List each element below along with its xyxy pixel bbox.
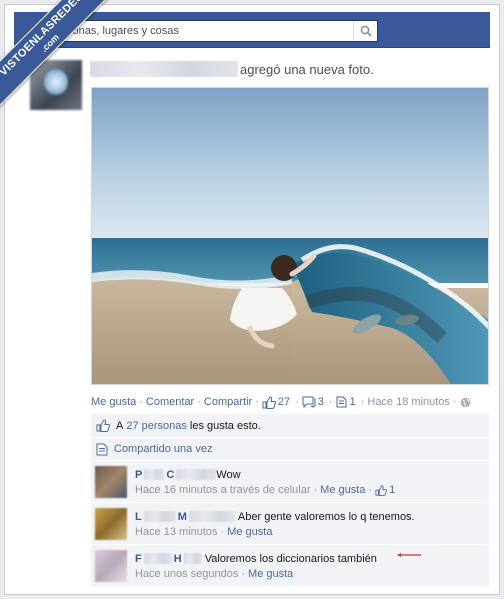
likes-count: 27 [277,396,291,408]
comment-like-count[interactable]: 1 [389,484,395,496]
shared-once-link[interactable]: Compartido una vez [114,443,212,455]
thumbs-up-icon [96,419,110,432]
comment-text: Wow [216,468,241,481]
commenter-name[interactable]: L M [135,511,238,523]
search-box[interactable]: sonas, lugares y cosas [60,20,378,42]
story-action-text: agregó una nueva foto. [240,61,374,77]
comment-time[interactable]: Hace 13 minutos [135,526,218,538]
commenter-avatar[interactable] [95,550,127,582]
likes-suffix: les gusta esto. [189,419,261,432]
globe-icon[interactable] [460,397,471,408]
post-photo[interactable] [91,87,489,385]
share-link[interactable]: Compartir [204,396,252,408]
separator: · [197,396,201,408]
post-action-bar: Me gusta · Comentar · Compartir · 27 · 3… [91,394,491,410]
comment-link[interactable]: Comentar [146,396,194,408]
comment-item: F H Valoremos los diccionarios también H… [91,545,489,587]
likes-people-link[interactable]: 27 personas [126,420,187,432]
comment-like-link[interactable]: Me gusta [248,568,293,580]
comment-like-link[interactable]: Me gusta [227,526,272,538]
story-header: agregó una nueva foto. [90,60,374,78]
separator: · [241,568,246,580]
separator: · [360,396,365,408]
separator: · [255,396,259,408]
separator: · [328,396,333,408]
share-icon [96,443,108,455]
comments-count: 3 [317,396,324,408]
separator: · [452,396,457,408]
commenter-name[interactable]: P C [135,469,217,481]
comments-icon [302,396,316,408]
likes-prefix: A [116,419,124,432]
commenter-avatar[interactable] [95,508,127,540]
comment-text: Valoremos los diccionarios también [204,552,377,565]
comment-text: Aber gente valoremos lo q tenemos. [237,510,415,523]
post-timestamp[interactable]: Hace 18 minutos [367,396,450,408]
comment-item: L M Aber gente valoremos lo q tenemos. H… [91,503,489,545]
separator: · [295,396,299,408]
red-arrow-annotation [397,553,421,557]
separator: · [313,484,318,496]
likes-summary-row: A 27 personas les gusta esto. [91,414,489,438]
share-icon [336,396,347,408]
separator: · [368,484,373,496]
comments-count-button[interactable]: 3 [302,396,324,408]
thumbs-up-icon [375,484,387,496]
thumbs-up-icon [262,395,276,409]
search-button[interactable] [353,21,377,41]
likes-count-button[interactable]: 27 [262,395,291,409]
search-icon [360,25,372,37]
shares-count-button[interactable]: 1 [336,396,356,408]
separator: · [220,526,225,538]
shares-summary-row: Compartido una vez [91,438,489,461]
photo-image [92,88,488,384]
like-link[interactable]: Me gusta [91,396,136,408]
author-name-redacted[interactable] [90,61,238,77]
commenter-name[interactable]: F H [135,553,205,565]
comment-item: P C Wow Hace 16 minutos a través de celu… [91,461,489,503]
search-input[interactable]: sonas, lugares y cosas [61,25,353,37]
comment-like-link[interactable]: Me gusta [320,484,365,496]
separator: · [139,396,143,408]
shares-count: 1 [349,396,356,408]
commenter-avatar[interactable] [95,466,127,498]
comment-time[interactable]: Hace unos segundos [135,568,238,580]
feedback-box: A 27 personas les gusta esto. Compartido… [91,414,489,587]
comment-time[interactable]: Hace 16 minutos a través de celular [135,484,310,496]
